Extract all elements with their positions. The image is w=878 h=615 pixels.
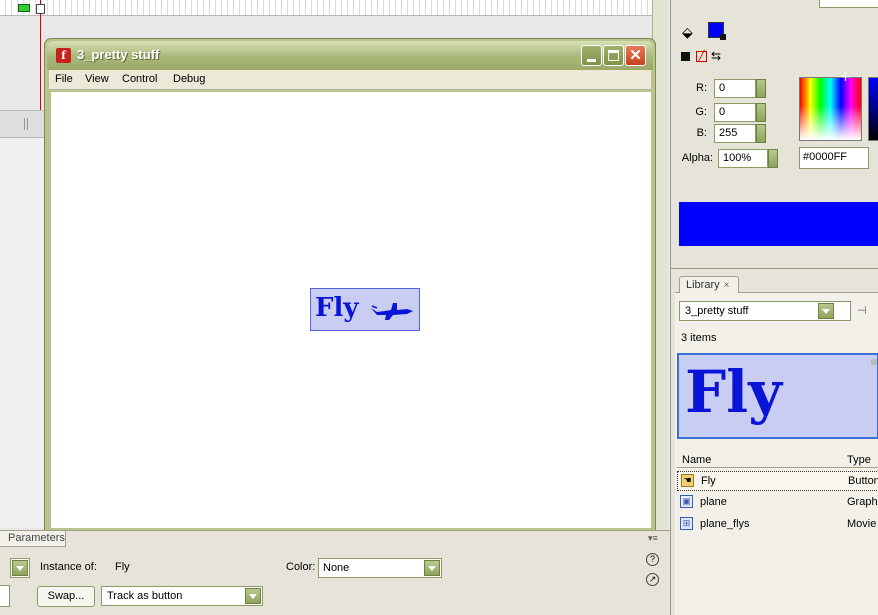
- library-item-type: Movie Clip: [847, 518, 878, 530]
- menu-file[interactable]: File: [55, 73, 73, 85]
- color-effect-value: None: [323, 562, 350, 574]
- library-item-plane-flys[interactable]: ⊞ plane_flys Movie Clip: [677, 515, 878, 535]
- panel-top-field: [819, 0, 878, 8]
- column-type-header[interactable]: Type: [847, 454, 871, 466]
- brightness-slider[interactable]: [868, 77, 878, 141]
- color-effect-dropdown[interactable]: None: [318, 558, 442, 578]
- playhead-handle[interactable]: [36, 4, 45, 14]
- red-slider-arrow[interactable]: [756, 79, 766, 98]
- red-field[interactable]: 0: [714, 79, 756, 98]
- minimize-icon: [587, 59, 596, 62]
- maximize-button[interactable]: [603, 45, 624, 66]
- blue-label: B:: [696, 127, 707, 139]
- flash-app-icon: f: [56, 48, 71, 63]
- chevron-down-icon: [424, 560, 440, 576]
- library-item-fly[interactable]: ☚ Fly Button: [677, 471, 878, 491]
- green-field[interactable]: 0: [714, 103, 756, 122]
- tab-parameters-label: Parameters: [8, 532, 65, 544]
- close-tab-icon[interactable]: ×: [724, 280, 730, 291]
- window-title: 3_pretty stuff: [77, 47, 160, 62]
- tab-library-label: Library: [686, 279, 720, 291]
- swatch-arrow-icon: [720, 34, 726, 40]
- chevron-down-icon: [245, 588, 261, 604]
- instance-of-value: Fly: [115, 561, 130, 573]
- blue-slider-arrow[interactable]: [756, 124, 766, 143]
- menu-view[interactable]: View: [85, 73, 109, 85]
- fly-button-label: Fly: [315, 293, 359, 323]
- library-item-name: Fly: [701, 475, 716, 487]
- library-document-dropdown[interactable]: 3_pretty stuff: [679, 301, 851, 321]
- black-white-icon[interactable]: [681, 52, 690, 61]
- library-item-count: 3 items: [681, 332, 717, 344]
- alpha-slider-arrow[interactable]: [768, 149, 778, 168]
- menu-control[interactable]: Control: [122, 73, 157, 85]
- left-panel: [0, 138, 46, 528]
- column-name-header[interactable]: Name: [682, 454, 711, 466]
- player-canvas: Fly: [51, 92, 651, 528]
- library-column-header: Name Type: [677, 451, 878, 468]
- close-button[interactable]: ✕: [625, 45, 646, 66]
- color-spectrum[interactable]: [799, 77, 862, 141]
- paint-bucket-icon[interactable]: ⬙: [682, 22, 702, 42]
- color-preview-swatch: [679, 202, 878, 246]
- right-panels: ⬙ ╱ ⇆ R: 0 G: 0 B: 255 Alpha: 100% #0000…: [670, 0, 878, 615]
- library-item-name: plane: [700, 496, 727, 508]
- layer-visibility-icon[interactable]: [18, 4, 30, 12]
- movieclip-symbol-icon: ⊞: [680, 517, 693, 530]
- panel-options-icon[interactable]: ▾≡: [648, 533, 660, 543]
- swap-button[interactable]: Swap...: [37, 586, 95, 607]
- tab-parameters[interactable]: Parameters: [0, 531, 66, 547]
- library-item-name: plane_flys: [700, 518, 750, 530]
- no-color-icon[interactable]: ╱: [696, 51, 707, 62]
- plane-icon: [371, 303, 413, 320]
- preview-options-icon[interactable]: [871, 359, 877, 365]
- pin-icon[interactable]: ⊣: [857, 304, 867, 317]
- library-document-value: 3_pretty stuff: [685, 305, 749, 317]
- swap-colors-icon[interactable]: ⇆: [711, 50, 721, 62]
- library-item-plane[interactable]: ▣ plane Graphic: [677, 493, 878, 513]
- alpha-label: Alpha:: [681, 152, 713, 164]
- library-preview-text: Fly: [685, 358, 782, 426]
- flash-player-window: f 3_pretty stuff ✕ File View Control Deb…: [44, 38, 656, 534]
- green-label: G:: [695, 106, 707, 118]
- player-titlebar[interactable]: f 3_pretty stuff ✕: [47, 41, 653, 70]
- playhead-line: [40, 0, 41, 112]
- red-label: R:: [696, 82, 707, 94]
- spectrum-crosshair-icon: [841, 72, 850, 81]
- grip-icon: [24, 118, 28, 130]
- expand-icon[interactable]: ↗: [646, 573, 659, 586]
- library-preview: Fly: [677, 353, 878, 439]
- library-item-type: Graphic: [847, 496, 878, 508]
- timeline-resize-bar[interactable]: [0, 110, 46, 138]
- green-slider-arrow[interactable]: [756, 103, 766, 122]
- tab-library[interactable]: Library ×: [679, 276, 739, 293]
- color-label: Color:: [286, 561, 316, 573]
- alpha-field[interactable]: 100%: [718, 149, 768, 168]
- graphic-symbol-icon: ▣: [680, 495, 693, 508]
- instance-name-field[interactable]: [0, 585, 10, 607]
- fly-button[interactable]: Fly: [310, 288, 420, 331]
- track-as-dropdown[interactable]: Track as button: [101, 586, 263, 606]
- symbol-type-dropdown[interactable]: [10, 558, 30, 578]
- hex-color-field[interactable]: #0000FF: [799, 147, 869, 169]
- menu-debug[interactable]: Debug: [173, 73, 205, 85]
- blue-field[interactable]: 255: [714, 124, 756, 143]
- track-as-value: Track as button: [107, 590, 183, 602]
- panel-divider: [671, 268, 878, 269]
- timeline-frames[interactable]: [0, 0, 660, 16]
- close-icon: ✕: [629, 47, 642, 64]
- maximize-icon: [608, 50, 619, 61]
- help-icon[interactable]: ?: [646, 553, 659, 566]
- properties-panel: Parameters ▾≡ ? ↗ Instance of: Fly Color…: [0, 530, 670, 615]
- library-item-type: Button: [848, 475, 878, 487]
- player-menubar: File View Control Debug: [49, 70, 651, 90]
- minimize-button[interactable]: [581, 45, 602, 66]
- chevron-down-icon: [818, 303, 834, 319]
- button-symbol-icon: ☚: [681, 474, 694, 487]
- instance-of-label: Instance of:: [40, 561, 97, 573]
- chevron-down-icon: [12, 560, 28, 576]
